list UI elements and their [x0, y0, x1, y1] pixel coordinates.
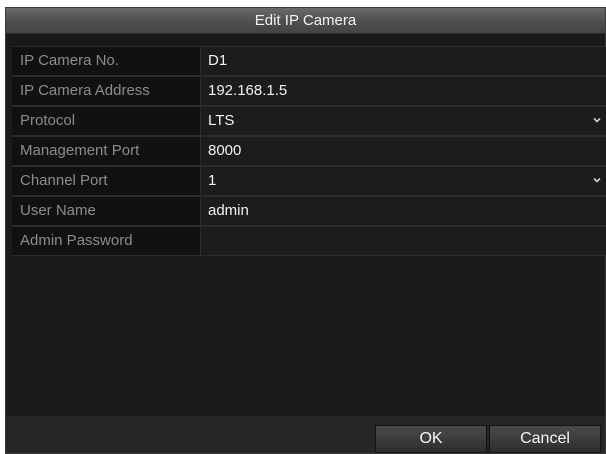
row-ip-camera-address: IP Camera Address 192.168.1.5	[12, 76, 606, 106]
channel-port-select[interactable]: 1	[200, 167, 606, 195]
protocol-label: Protocol	[20, 112, 76, 129]
user-name-field[interactable]: admin	[200, 197, 606, 225]
row-user-name: User Name admin	[12, 196, 606, 226]
ip-camera-address-field[interactable]: 192.168.1.5	[200, 77, 606, 105]
chevron-down-icon[interactable]	[592, 115, 602, 125]
admin-password-field[interactable]	[200, 227, 606, 255]
protocol-value: LTS	[208, 112, 235, 129]
user-name-label: User Name	[20, 202, 96, 219]
channel-port-value: 1	[208, 172, 217, 189]
empty-panel	[6, 256, 605, 416]
camera-settings-form: IP Camera No. D1 IP Camera Address 192.1…	[12, 46, 606, 256]
ip-camera-no-label: IP Camera No.	[20, 52, 119, 69]
management-port-label: Management Port	[20, 142, 140, 159]
cancel-button[interactable]: Cancel	[489, 425, 601, 453]
ok-button[interactable]: OK	[375, 425, 487, 453]
row-admin-password: Admin Password	[12, 226, 606, 256]
row-management-port: Management Port 8000	[12, 136, 606, 166]
management-port-field[interactable]: 8000	[200, 137, 606, 165]
dialog-title: Edit IP Camera	[6, 8, 605, 34]
edit-ip-camera-dialog: Edit IP Camera IP Camera No. D1 IP Camer…	[5, 7, 606, 454]
dialog-footer: OK Cancel	[6, 416, 605, 453]
admin-password-label: Admin Password	[20, 232, 133, 249]
row-channel-port: Channel Port 1	[12, 166, 606, 196]
row-protocol: Protocol LTS	[12, 106, 606, 136]
row-ip-camera-no: IP Camera No. D1	[12, 46, 606, 76]
chevron-down-icon[interactable]	[592, 175, 602, 185]
ip-camera-no-field[interactable]: D1	[200, 47, 606, 75]
ip-camera-address-label: IP Camera Address	[20, 82, 150, 99]
protocol-select[interactable]: LTS	[200, 107, 606, 135]
channel-port-label: Channel Port	[20, 172, 108, 189]
